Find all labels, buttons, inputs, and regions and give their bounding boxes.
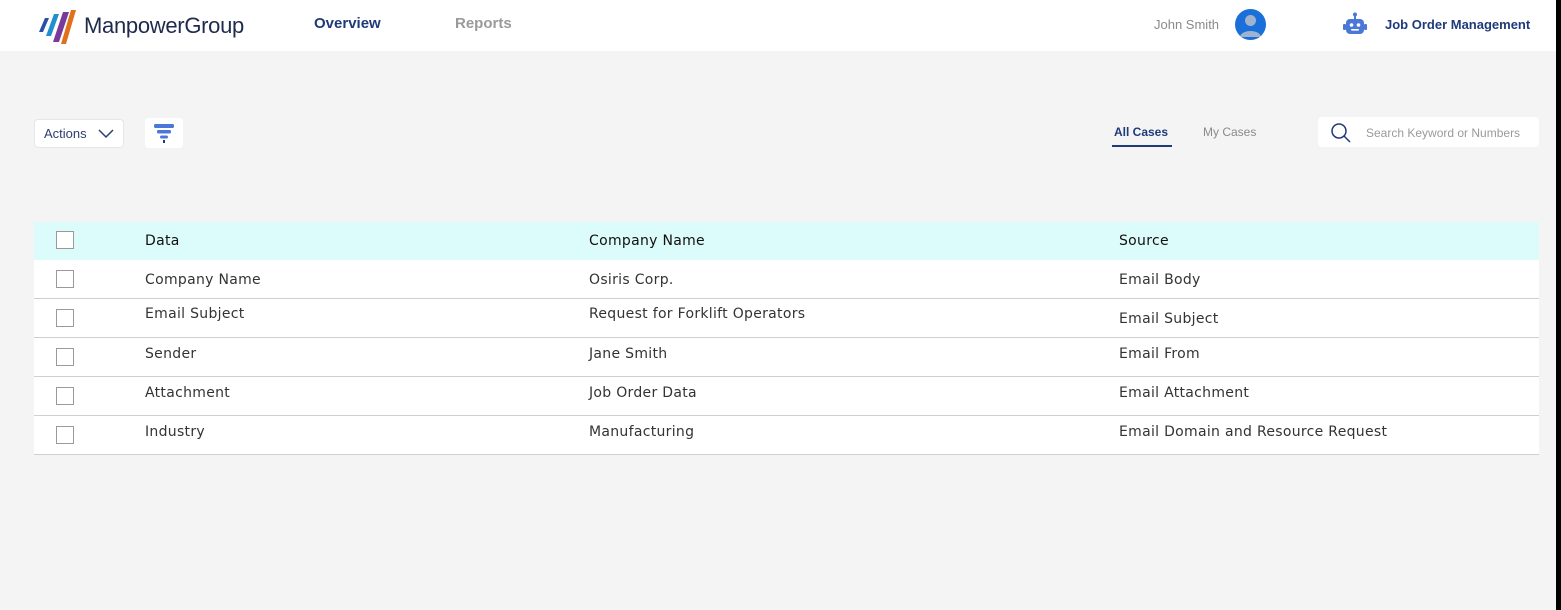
row-data-cell: Sender: [145, 346, 197, 362]
active-tab-indicator: [1112, 145, 1172, 147]
table-row[interactable]: Attachment Job Order Data Email Attachme…: [34, 377, 1539, 416]
select-all-checkbox[interactable]: [56, 231, 74, 249]
row-source-cell: Email Body: [1119, 272, 1201, 288]
row-checkbox[interactable]: [56, 270, 74, 288]
brand-logo[interactable]: ManpowerGroup: [34, 6, 244, 46]
row-checkbox[interactable]: [56, 426, 74, 444]
row-source-cell: Email Domain and Resource Request: [1119, 424, 1388, 440]
window-edge: [1556, 0, 1561, 610]
row-data-cell: Email Subject: [145, 306, 245, 322]
user-name: John Smith: [1154, 17, 1220, 32]
row-value-cell: Manufacturing: [589, 424, 695, 440]
row-checkbox[interactable]: [56, 309, 74, 327]
table-row[interactable]: Industry Manufacturing Email Domain and …: [34, 416, 1539, 455]
actions-dropdown[interactable]: Actions: [34, 119, 124, 148]
row-checkbox[interactable]: [56, 387, 74, 405]
row-source-cell: Email Attachment: [1119, 385, 1250, 401]
top-bar: ManpowerGroup Overview Reports John Smit…: [0, 0, 1561, 51]
row-value-cell: Jane Smith: [589, 346, 668, 362]
row-data-cell: Company Name: [145, 272, 261, 288]
row-data-cell: Attachment: [145, 385, 231, 401]
row-data-cell: Industry: [145, 424, 205, 440]
column-header-data: Data: [145, 233, 180, 249]
column-header-source: Source: [1119, 233, 1169, 249]
search-icon[interactable]: [1330, 122, 1352, 144]
avatar[interactable]: [1235, 9, 1266, 40]
chevron-down-icon: [98, 129, 114, 139]
filter-button[interactable]: [145, 118, 183, 148]
nav-overview[interactable]: Overview: [314, 15, 381, 32]
brand-mark-icon: [39, 10, 76, 44]
robot-icon[interactable]: [1342, 12, 1368, 38]
table-row[interactable]: Email Subject Request for Forklift Opera…: [34, 299, 1539, 338]
row-source-cell: Email Subject: [1119, 311, 1219, 327]
tab-all-cases[interactable]: All Cases: [1114, 125, 1168, 139]
tab-my-cases[interactable]: My Cases: [1203, 125, 1256, 139]
row-value-cell: Job Order Data: [589, 385, 697, 401]
search-input[interactable]: [1364, 122, 1538, 144]
filter-icon: [154, 124, 174, 143]
data-table: Data Company Name Source Company Name Os…: [34, 222, 1539, 455]
column-header-company-name: Company Name: [589, 233, 705, 249]
brand-name: ManpowerGroup: [84, 13, 244, 38]
row-checkbox[interactable]: [56, 348, 74, 366]
app-title[interactable]: Job Order Management: [1385, 17, 1530, 32]
row-value-cell: Request for Forklift Operators: [589, 306, 806, 322]
user-icon: [1240, 15, 1261, 37]
row-source-cell: Email From: [1119, 346, 1200, 362]
actions-label: Actions: [44, 126, 87, 141]
table-header: Data Company Name Source: [34, 222, 1539, 260]
search-box: [1318, 117, 1539, 147]
table-row[interactable]: Sender Jane Smith Email From: [34, 338, 1539, 377]
row-value-cell: Osiris Corp.: [589, 272, 674, 288]
table-row[interactable]: Company Name Osiris Corp. Email Body: [34, 260, 1539, 299]
nav-reports[interactable]: Reports: [455, 15, 512, 32]
